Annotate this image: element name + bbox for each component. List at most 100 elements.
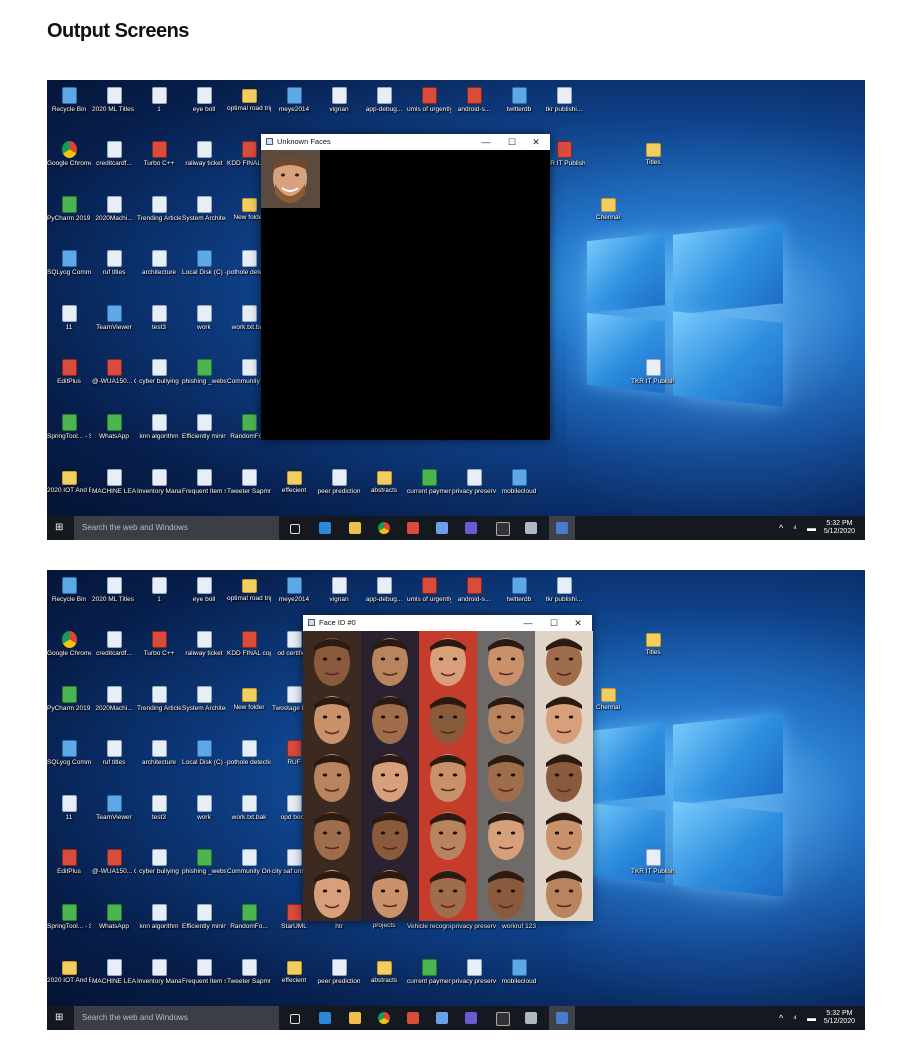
minimize-button[interactable]: — — [516, 615, 540, 631]
start-button[interactable]: ⊞ — [55, 1013, 65, 1023]
desktop-icon[interactable]: 1 — [137, 84, 181, 114]
desktop-icon[interactable]: current payments — [407, 466, 451, 496]
clock[interactable]: 5:32 PM 5/12/2020 — [824, 1010, 855, 1026]
desktop-icon[interactable]: meye2014 — [272, 574, 316, 604]
desktop-icon[interactable]: 1 — [137, 574, 181, 604]
desktop-icon[interactable]: Inventory Management — [137, 956, 181, 986]
window-titlebar[interactable]: Face ID #0 — ☐ ✕ — [303, 615, 592, 631]
network-icon[interactable]: ⁴ — [793, 1014, 797, 1023]
desktop-icon[interactable]: creditcardf... — [92, 628, 136, 658]
desktop-icon[interactable]: abstracts — [362, 956, 406, 985]
desktop-icon[interactable]: pothole detectio... — [227, 737, 271, 767]
desktop-icon[interactable]: vignan — [317, 574, 361, 604]
desktop-icon[interactable]: New folder — [227, 683, 271, 712]
desktop-icon[interactable]: 11 — [47, 302, 91, 332]
close-button[interactable]: ✕ — [524, 134, 548, 150]
desktop-icon[interactable]: System Architecture — [182, 683, 226, 713]
desktop-icon[interactable]: SQLyog Communi... — [47, 737, 91, 767]
desktop-icon[interactable]: Community Oriented ... — [227, 846, 271, 876]
python-icon[interactable] — [556, 522, 568, 534]
unknown-faces-window[interactable]: Unknown Faces — ☐ ✕ — [261, 134, 550, 440]
sqlyog-icon[interactable] — [465, 522, 477, 534]
file-explorer-icon[interactable] — [349, 1012, 361, 1024]
desktop-icon[interactable]: architecture — [137, 737, 181, 767]
desktop-icon[interactable]: System Architecture — [182, 193, 226, 223]
desktop-icon[interactable]: 2020 ML Titles am... — [92, 84, 136, 114]
desktop-icon[interactable]: 11 — [47, 792, 91, 822]
desktop-icon[interactable]: Google Chrome — [47, 138, 91, 168]
desktop-icon[interactable]: Frequent Item set Wi... — [182, 466, 226, 496]
desktop-icon[interactable]: vignan — [317, 84, 361, 114]
desktop-icon[interactable]: effecient — [272, 956, 316, 985]
task-view-icon[interactable] — [290, 1014, 300, 1024]
maximize-button[interactable]: ☐ — [542, 615, 566, 631]
desktop-icon[interactable]: PyCharm 2019.3.2 x64 — [47, 683, 91, 713]
desktop-icon[interactable]: optimal road trip output — [227, 574, 271, 603]
desktop-icon[interactable]: android-s... — [452, 84, 496, 114]
desktop-icon[interactable]: Tweeter Sapmm... — [227, 956, 271, 986]
settings-icon[interactable] — [525, 522, 537, 534]
desktop-icon[interactable]: app-debug... — [362, 574, 406, 604]
desktop-icon[interactable]: PyCharm 2019.3.2 x64 — [47, 193, 91, 223]
desktop-icon[interactable]: meye2014 — [272, 84, 316, 114]
desktop-icon[interactable]: @-WUA150... Client Utility — [92, 356, 136, 386]
desktop-icon[interactable]: test3 — [137, 792, 181, 822]
desktop-icon[interactable]: 2020 IOT And Embedded ... — [47, 956, 91, 985]
desktop-icon[interactable]: SpringTool... - Shortcut — [47, 411, 91, 441]
desktop-icon[interactable]: mobilecloud — [497, 466, 541, 496]
editplus-icon[interactable] — [407, 1012, 419, 1024]
desktop-icon[interactable]: current payments — [407, 956, 451, 986]
desktop-icon[interactable]: eye boll — [182, 84, 226, 114]
desktop-icon[interactable]: tkr publishi... — [542, 574, 586, 604]
show-hidden-icons-icon[interactable]: ^ — [779, 524, 783, 533]
desktop-icon[interactable]: Chennai — [586, 193, 630, 222]
file-explorer-icon[interactable] — [349, 522, 361, 534]
desktop-icon[interactable]: phishing _website — [182, 846, 226, 876]
desktop-icon[interactable]: architecture — [137, 247, 181, 277]
desktop-icon[interactable]: knn algorithm — [137, 411, 181, 441]
desktop-icon[interactable]: peer prediction — [317, 956, 361, 986]
desktop-icon[interactable]: work.txt.bak — [227, 792, 271, 822]
desktop-icon[interactable]: tkr publishi... — [542, 84, 586, 114]
chrome-icon[interactable] — [378, 522, 390, 534]
desktop-icon[interactable]: android-s... — [452, 574, 496, 604]
desktop-icon[interactable]: Tweeter Sapmm... — [227, 466, 271, 496]
desktop-icon[interactable]: 2020Machi... — [92, 683, 136, 713]
desktop-icon[interactable]: TKR IT Publishi... — [631, 846, 675, 876]
desktop-icon[interactable]: 2020Machi... — [92, 193, 136, 223]
edge-icon[interactable] — [319, 1012, 331, 1024]
desktop-icon[interactable]: twitterdb — [497, 574, 541, 604]
edge-icon[interactable] — [319, 522, 331, 534]
desktop-icon[interactable]: Trending Article... — [137, 683, 181, 713]
taskbar-search-input[interactable]: Search the web and Windows — [74, 1006, 279, 1030]
desktop-icon[interactable]: Recycle Bin — [47, 574, 91, 604]
desktop-icon[interactable]: 2020 ML Titles am... — [92, 574, 136, 604]
task-view-icon[interactable] — [290, 524, 300, 534]
notification-icon[interactable]: ▬ — [807, 1014, 816, 1023]
settings-icon[interactable] — [525, 1012, 537, 1024]
desktop-icon[interactable]: 2020 IOT And Embedded ... — [47, 466, 91, 495]
desktop-icon[interactable]: cyber bullying — [137, 846, 181, 876]
desktop-icon[interactable]: privacy preservin... — [452, 466, 496, 496]
desktop-icon[interactable]: Recycle Bin — [47, 84, 91, 114]
desktop-icon[interactable]: Turbo C++ — [137, 628, 181, 658]
desktop-icon[interactable]: twitterdb — [497, 84, 541, 114]
desktop-icon[interactable]: ruf titles — [92, 737, 136, 767]
desktop-icon[interactable]: Titles — [631, 628, 675, 657]
desktop-icon[interactable]: app-debug... — [362, 84, 406, 114]
minimize-button[interactable]: — — [474, 134, 498, 150]
desktop-icon[interactable]: TeamViewer — [92, 302, 136, 332]
cmd-icon[interactable] — [496, 1012, 510, 1026]
face-id-window[interactable]: Face ID #0 — ☐ ✕ — [303, 615, 593, 921]
desktop-icon[interactable]: cyber bullying — [137, 356, 181, 386]
cmd-icon[interactable] — [496, 522, 510, 536]
maximize-button[interactable]: ☐ — [500, 134, 524, 150]
desktop-icon[interactable]: WhatsApp — [92, 411, 136, 441]
desktop-icon[interactable]: peer prediction — [317, 466, 361, 496]
desktop-icon[interactable]: Titles — [631, 138, 675, 167]
chrome-icon[interactable] — [378, 1012, 390, 1024]
editplus-icon[interactable] — [407, 522, 419, 534]
desktop-icon[interactable]: Frequent Item set Wi... — [182, 956, 226, 986]
desktop-icon[interactable]: Local Disk (C) - Sh... — [182, 737, 226, 767]
python-icon[interactable] — [556, 1012, 568, 1024]
